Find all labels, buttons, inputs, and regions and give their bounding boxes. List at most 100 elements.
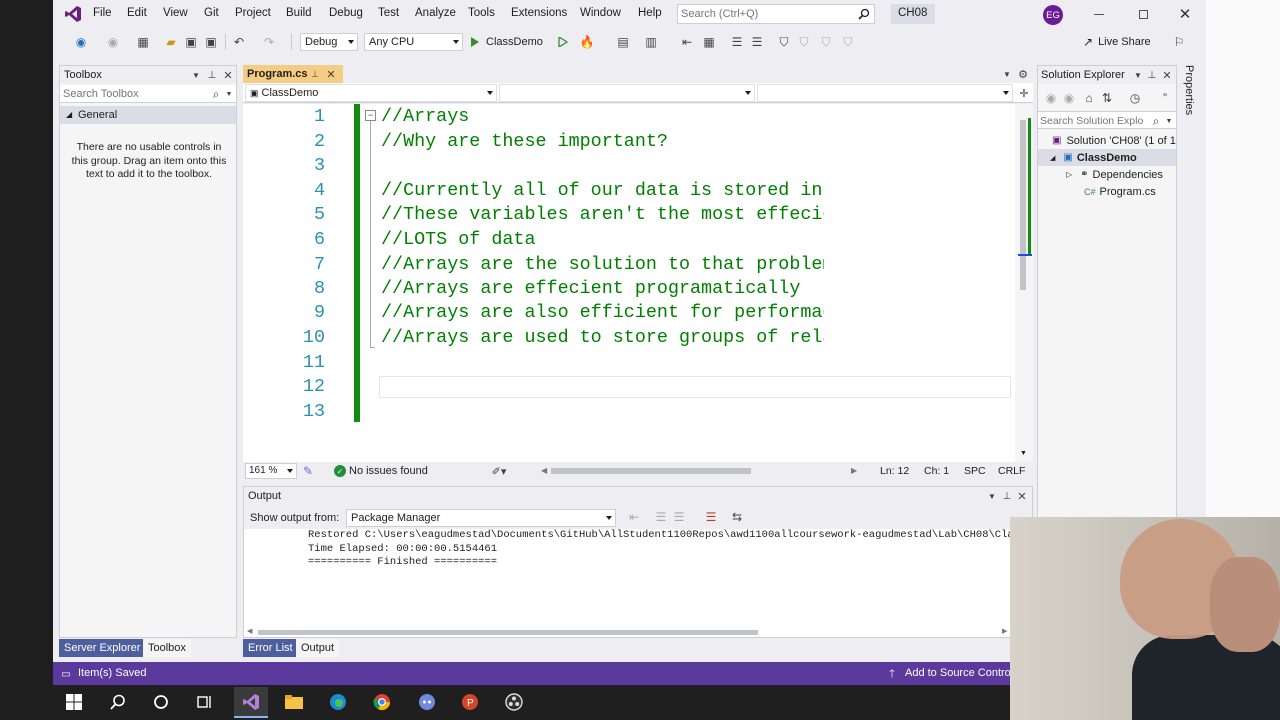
menu-test[interactable]: Test	[378, 7, 399, 19]
collapsed-arrow-icon[interactable]: ▷	[1066, 170, 1072, 179]
next-message-icon[interactable]: ☰	[672, 510, 686, 524]
back-icon[interactable]: ◉	[1044, 91, 1058, 105]
editor-hscrollbar-thumb[interactable]	[551, 468, 751, 474]
new-project-icon[interactable]: ▦	[135, 34, 151, 50]
zoom-select[interactable]: 161 %	[245, 463, 297, 479]
menu-view[interactable]: View	[163, 7, 188, 19]
menu-project[interactable]: Project	[235, 7, 271, 19]
discord-icon[interactable]	[413, 689, 441, 715]
platform-select[interactable]: Any CPU	[364, 33, 463, 51]
uncomment-icon[interactable]: ☰	[749, 34, 765, 50]
dropdown-icon[interactable]: ▼	[224, 87, 234, 101]
code-line[interactable]: //LOTS of data	[381, 229, 536, 250]
tab-error-list[interactable]: Error List	[243, 639, 298, 657]
dependencies-tree-item[interactable]: ▷ ⚭ Dependencies	[1038, 166, 1176, 183]
close-icon[interactable]: ✕	[1177, 6, 1193, 23]
clear-all-icon[interactable]: ☰	[704, 510, 718, 524]
pin-icon[interactable]: ⊥	[1146, 68, 1158, 82]
project-tree-item[interactable]: ◢ ▣ ClassDemo	[1038, 149, 1176, 166]
bookmark-clear-icon[interactable]: ⛉	[840, 34, 856, 50]
toolbar-tool-icon[interactable]: ▥	[643, 34, 659, 50]
solution-search-input[interactable]	[1040, 114, 1148, 128]
bookmark-prev-icon[interactable]: ⛉	[796, 34, 812, 50]
word-wrap-icon[interactable]: ⇆	[730, 510, 744, 524]
dropdown-icon[interactable]: ▼	[1132, 68, 1144, 82]
toolbox-search-input[interactable]	[63, 87, 203, 101]
pin-icon[interactable]: ⊥	[206, 68, 218, 82]
code-line[interactable]: //These variables aren't the most effeci…	[381, 204, 824, 225]
notification-icon[interactable]: ▭	[59, 667, 73, 681]
home-icon[interactable]: ⌂	[1082, 91, 1096, 105]
code-line[interactable]: //Why are these important?	[381, 131, 668, 152]
tab-overflow-icon[interactable]: ▼	[1001, 67, 1013, 81]
bookmark-icon[interactable]: ⛉	[776, 34, 792, 50]
save-all-icon[interactable]: ▣	[203, 34, 219, 50]
code-line[interactable]: //Arrays are used to store groups of rel…	[381, 327, 824, 348]
close-icon[interactable]: ✕	[1016, 489, 1028, 503]
windows-start-icon[interactable]	[60, 689, 88, 715]
output-source-select[interactable]: Package Manager	[346, 509, 616, 527]
search-box[interactable]	[677, 4, 875, 24]
toolbox-search[interactable]: ⌕ ▼	[60, 85, 236, 103]
issues-status[interactable]: No issues found	[349, 465, 428, 477]
start-without-debugging-icon[interactable]	[556, 34, 570, 50]
live-share-button[interactable]: ↗ Live Share	[1083, 34, 1165, 50]
scroll-left-icon[interactable]: ◀	[541, 466, 547, 475]
tab-output[interactable]: Output	[296, 639, 340, 657]
project-nav-select[interactable]: ▣ ClassDemo	[245, 84, 497, 102]
settings-icon[interactable]: ⚙	[1017, 67, 1029, 81]
minimize-icon[interactable]	[1091, 6, 1107, 22]
menu-window[interactable]: Window	[580, 7, 621, 19]
scroll-right-icon[interactable]: ▶	[1002, 627, 1007, 635]
menu-help[interactable]: Help	[638, 7, 662, 19]
undo-icon[interactable]: ↶	[231, 34, 247, 50]
indent-indicator[interactable]: SPC	[964, 465, 986, 477]
forward-icon[interactable]: ◉	[1062, 91, 1076, 105]
member-nav-select[interactable]	[757, 84, 1013, 102]
menu-git[interactable]: Git	[204, 7, 219, 19]
more-icon[interactable]: ”	[1158, 91, 1172, 105]
start-button[interactable]: ClassDemo	[470, 33, 554, 51]
line-ending-indicator[interactable]: CRLF	[998, 465, 1025, 477]
close-icon[interactable]: ✕	[325, 67, 337, 81]
expanded-arrow-icon[interactable]: ◢	[1050, 154, 1055, 162]
output-hscrollbar[interactable]: ◀ ▶	[244, 627, 1014, 637]
powerpoint-icon[interactable]: P	[456, 689, 484, 715]
maximize-icon[interactable]	[1135, 6, 1151, 22]
menu-build[interactable]: Build	[286, 7, 312, 19]
save-icon[interactable]: ▣	[183, 34, 199, 50]
search-icon[interactable]	[104, 689, 132, 715]
toolbox-group-general[interactable]: ◢ General	[60, 106, 236, 124]
toolbar-tool-icon[interactable]: ⇤	[679, 34, 695, 50]
history-icon[interactable]: ◷	[1128, 91, 1142, 105]
outline-collapse-icon[interactable]: −	[365, 110, 376, 121]
pin-icon[interactable]: ⊥	[1001, 489, 1013, 503]
close-icon[interactable]: ✕	[1161, 68, 1173, 82]
chrome-icon[interactable]	[368, 689, 396, 715]
tab-server-explorer[interactable]: Server Explorer	[59, 639, 146, 657]
type-nav-select[interactable]	[499, 84, 755, 102]
menu-file[interactable]: File	[93, 7, 112, 19]
user-avatar[interactable]: EG	[1043, 5, 1063, 25]
redo-icon[interactable]: ↷	[261, 34, 277, 50]
obs-icon[interactable]	[500, 689, 528, 715]
visual-studio-taskbar-icon[interactable]	[234, 687, 268, 718]
tab-toolbox[interactable]: Toolbox	[143, 639, 191, 657]
find-message-icon[interactable]: ⇤	[627, 510, 641, 524]
cortana-icon[interactable]	[147, 689, 175, 715]
open-folder-icon[interactable]: ▰	[163, 34, 179, 50]
search-input[interactable]	[681, 7, 851, 21]
prev-message-icon[interactable]: ☰	[654, 510, 668, 524]
toolbar-tool-icon[interactable]: ▤	[615, 34, 631, 50]
code-line[interactable]: //Arrays	[381, 106, 469, 127]
properties-side-tab[interactable]: Properties	[1181, 65, 1201, 125]
scroll-right-icon[interactable]: ▶	[851, 466, 857, 475]
file-explorer-icon[interactable]	[280, 689, 308, 715]
menu-debug[interactable]: Debug	[329, 7, 363, 19]
task-view-icon[interactable]	[190, 689, 218, 715]
solution-search[interactable]: ⌕ ▼	[1038, 111, 1176, 129]
solution-tree-item[interactable]: ▣ Solution 'CH08' (1 of 1	[1038, 132, 1176, 149]
scroll-left-icon[interactable]: ◀	[247, 627, 252, 635]
line-indicator[interactable]: Ln: 12	[880, 465, 909, 477]
menu-tools[interactable]: Tools	[468, 7, 495, 19]
